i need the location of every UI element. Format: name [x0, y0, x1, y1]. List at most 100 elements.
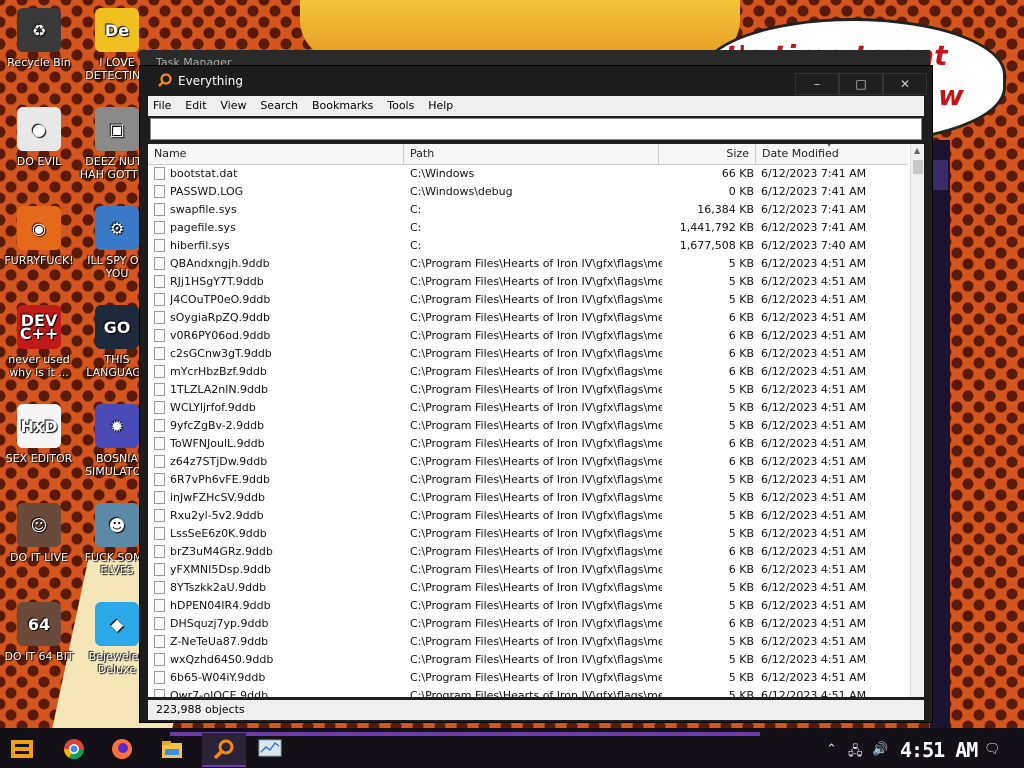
- table-row[interactable]: sOygiaRpZQ.9ddb C:\Program Files\Hearts o…: [148, 309, 908, 327]
- title-bar[interactable]: Everything – □ ✕: [140, 66, 932, 96]
- cell-name: 6R7vPh6vFE.9ddb: [170, 473, 270, 486]
- maximize-button[interactable]: □: [839, 73, 883, 95]
- menu-help[interactable]: Help: [423, 96, 458, 116]
- cell-size: 5 KB: [728, 257, 754, 270]
- desktop-icon-image: GO: [95, 305, 139, 349]
- table-row[interactable]: Z-NeTeUa87.9ddb C:\Program Files\Hearts o…: [148, 633, 908, 651]
- cell-size: 1,441,792 KB: [679, 221, 754, 234]
- task-manager-icon[interactable]: [252, 733, 288, 765]
- search-input[interactable]: [150, 118, 922, 140]
- chrome-icon[interactable]: [56, 733, 92, 765]
- menu-tools[interactable]: Tools: [382, 96, 419, 116]
- table-row[interactable]: yFXMNI5Dsp.9ddb C:\Program Files\Hearts o…: [148, 561, 908, 579]
- menu-view[interactable]: View: [215, 96, 251, 116]
- desktop-icon[interactable]: ♻ Recycle Bin: [0, 8, 78, 69]
- desktop-icon[interactable]: 64 DO IT 64 BIT: [0, 602, 78, 663]
- table-row[interactable]: Rxu2yl-5v2.9ddb C:\Program Files\Hearts o…: [148, 507, 908, 525]
- desktop-icon-image: ▣: [95, 107, 139, 151]
- table-row[interactable]: Owr7-oIOCE.9ddb C:\Program Files\Hearts o…: [148, 687, 908, 697]
- scroll-up-icon[interactable]: ▲: [914, 146, 920, 155]
- table-row[interactable]: QBAndxngjh.9ddb C:\Program Files\Hearts o…: [148, 255, 908, 273]
- table-row[interactable]: 9yfcZgBv-2.9ddb C:\Program Files\Hearts o…: [148, 417, 908, 435]
- table-row[interactable]: inJwFZHcSV.9ddb C:\Program Files\Hearts o…: [148, 489, 908, 507]
- file-icon: [154, 671, 165, 684]
- table-row[interactable]: bootstat.dat C:\Windows 66 KB 6/12/2023 7:4…: [148, 165, 908, 183]
- notifications-icon[interactable]: 🗨: [984, 742, 1001, 757]
- table-row[interactable]: pagefile.sys C: 1,441,792 KB 6/12/2023 7:41…: [148, 219, 908, 237]
- minimize-button[interactable]: –: [795, 73, 839, 95]
- desktop-icon[interactable]: ● DO EVIL: [0, 107, 78, 168]
- cell-name: inJwFZHcSV.9ddb: [170, 491, 265, 504]
- column-path[interactable]: Path: [404, 144, 659, 164]
- table-row[interactable]: swapfile.sys C: 16,384 KB 6/12/2023 7:41 AM: [148, 201, 908, 219]
- cell-size: 6 KB: [728, 365, 754, 378]
- desktop-icon[interactable]: ◉ FURRYFUCK!: [0, 206, 78, 267]
- table-row[interactable]: c2sGCnw3gT.9ddb C:\Program Files\Hearts o…: [148, 345, 908, 363]
- menu-bookmarks[interactable]: Bookmarks: [307, 96, 378, 116]
- table-row[interactable]: 6R7vPh6vFE.9ddb C:\Program Files\Hearts o…: [148, 471, 908, 489]
- firefox-icon[interactable]: [104, 733, 140, 765]
- table-row[interactable]: J4COuTP0eO.9ddb C:\Program Files\Hearts o…: [148, 291, 908, 309]
- vertical-scrollbar[interactable]: ▲: [910, 144, 924, 697]
- desktop-icon-image: ✹: [95, 404, 139, 448]
- table-row[interactable]: ToWFNJoulL.9ddb C:\Program Files\Hearts o…: [148, 435, 908, 453]
- start-icon[interactable]: [4, 733, 40, 765]
- table-row[interactable]: RJj1HSgY7T.9ddb C:\Program Files\Hearts o…: [148, 273, 908, 291]
- cell-path: C:\Program Files\Hearts of Iron IV\gfx\f…: [410, 383, 662, 396]
- cell-size: 6 KB: [728, 455, 754, 468]
- table-row[interactable]: z64z7STjDw.9ddb C:\Program Files\Hearts o…: [148, 453, 908, 471]
- table-row[interactable]: wxQzhd64S0.9ddb C:\Program Files\Hearts o…: [148, 651, 908, 669]
- column-name[interactable]: Name: [148, 144, 404, 164]
- desktop-icon-label: FURRYFUCK!: [4, 254, 74, 267]
- cell-date: 6/12/2023 4:51 AM: [761, 329, 867, 342]
- table-row[interactable]: mYcrHbzBzf.9ddb C:\Program Files\Hearts o…: [148, 363, 908, 381]
- close-button[interactable]: ✕: [883, 73, 927, 95]
- cell-size: 16,384 KB: [697, 203, 754, 216]
- cell-path: C:\Program Files\Hearts of Iron IV\gfx\f…: [410, 617, 662, 630]
- everything-window[interactable]: Everything – □ ✕ File Edit View Search B…: [140, 66, 932, 722]
- taskbar-clock[interactable]: 4:51 AM: [900, 738, 978, 762]
- cell-size: 5 KB: [728, 527, 754, 540]
- network-icon[interactable]: 🖧: [848, 742, 863, 764]
- desktop-icon[interactable]: ☺ DO IT LIVE: [0, 503, 78, 564]
- cell-path: C:\Program Files\Hearts of Iron IV\gfx\f…: [410, 635, 662, 648]
- menu-edit[interactable]: Edit: [180, 96, 211, 116]
- file-explorer-icon[interactable]: [154, 733, 190, 765]
- show-hidden-icons-icon[interactable]: ⌃: [826, 742, 837, 757]
- cell-name: hDPEN04IR4.9ddb: [170, 599, 271, 612]
- table-row[interactable]: brZ3uM4GRz.9ddb C:\Program Files\Hearts o…: [148, 543, 908, 561]
- results-list[interactable]: Name Path Size Date Modified ▼ bootstat.…: [148, 144, 924, 697]
- scrollbar-thumb[interactable]: [913, 160, 923, 174]
- table-row[interactable]: 6b65-W04iY.9ddb C:\Program Files\Hearts o…: [148, 669, 908, 687]
- cell-name: PASSWD.LOG: [170, 185, 244, 198]
- table-row[interactable]: v0R6PY06od.9ddb C:\Program Files\Hearts o…: [148, 327, 908, 345]
- table-row[interactable]: hDPEN04IR4.9ddb C:\Program Files\Hearts o…: [148, 597, 908, 615]
- table-row[interactable]: WCLYljrfof.9ddb C:\Program Files\Hearts o…: [148, 399, 908, 417]
- desktop-icon-label: never used why is it ...: [8, 353, 70, 379]
- table-row[interactable]: PASSWD.LOG C:\Windows\debug 0 KB 6/12/2023 …: [148, 183, 908, 201]
- file-icon: [154, 581, 165, 594]
- menu-search[interactable]: Search: [255, 96, 303, 116]
- file-icon: [154, 167, 165, 180]
- menu-file[interactable]: File: [148, 96, 176, 116]
- object-count: 223,988 objects: [156, 703, 245, 716]
- table-row[interactable]: 8YTszkk2aU.9ddb C:\Program Files\Hearts o…: [148, 579, 908, 597]
- table-row[interactable]: DHSquzj7yp.9ddb C:\Program Files\Hearts o…: [148, 615, 908, 633]
- table-row[interactable]: hiberfil.sys C: 1,677,508 KB 6/12/2023 7:40…: [148, 237, 908, 255]
- cell-date: 6/12/2023 4:51 AM: [761, 365, 867, 378]
- everything-app-icon: [158, 73, 172, 87]
- table-row[interactable]: 1TLZLA2nlN.9ddb C:\Program Files\Hearts o…: [148, 381, 908, 399]
- cell-path: C:\Windows: [410, 167, 475, 180]
- everything-icon[interactable]: [202, 733, 246, 767]
- volume-icon[interactable]: 🔊: [872, 742, 888, 757]
- column-size[interactable]: Size: [659, 144, 756, 164]
- table-row[interactable]: LssSeE6z0K.9ddb C:\Program Files\Hearts o…: [148, 525, 908, 543]
- desktop-icon[interactable]: DEV C++ never used why is it ...: [0, 305, 78, 379]
- cell-size: 6 KB: [728, 329, 754, 342]
- cell-size: 5 KB: [728, 653, 754, 666]
- desktop-icon-label: DO EVIL: [16, 155, 62, 168]
- desktop-icon[interactable]: HxD SEX EDITOR: [0, 404, 78, 465]
- desktop-icon-image: DEV C++: [17, 305, 61, 349]
- cell-size: 5 KB: [728, 689, 754, 697]
- column-header: Name Path Size Date Modified ▼: [148, 144, 908, 165]
